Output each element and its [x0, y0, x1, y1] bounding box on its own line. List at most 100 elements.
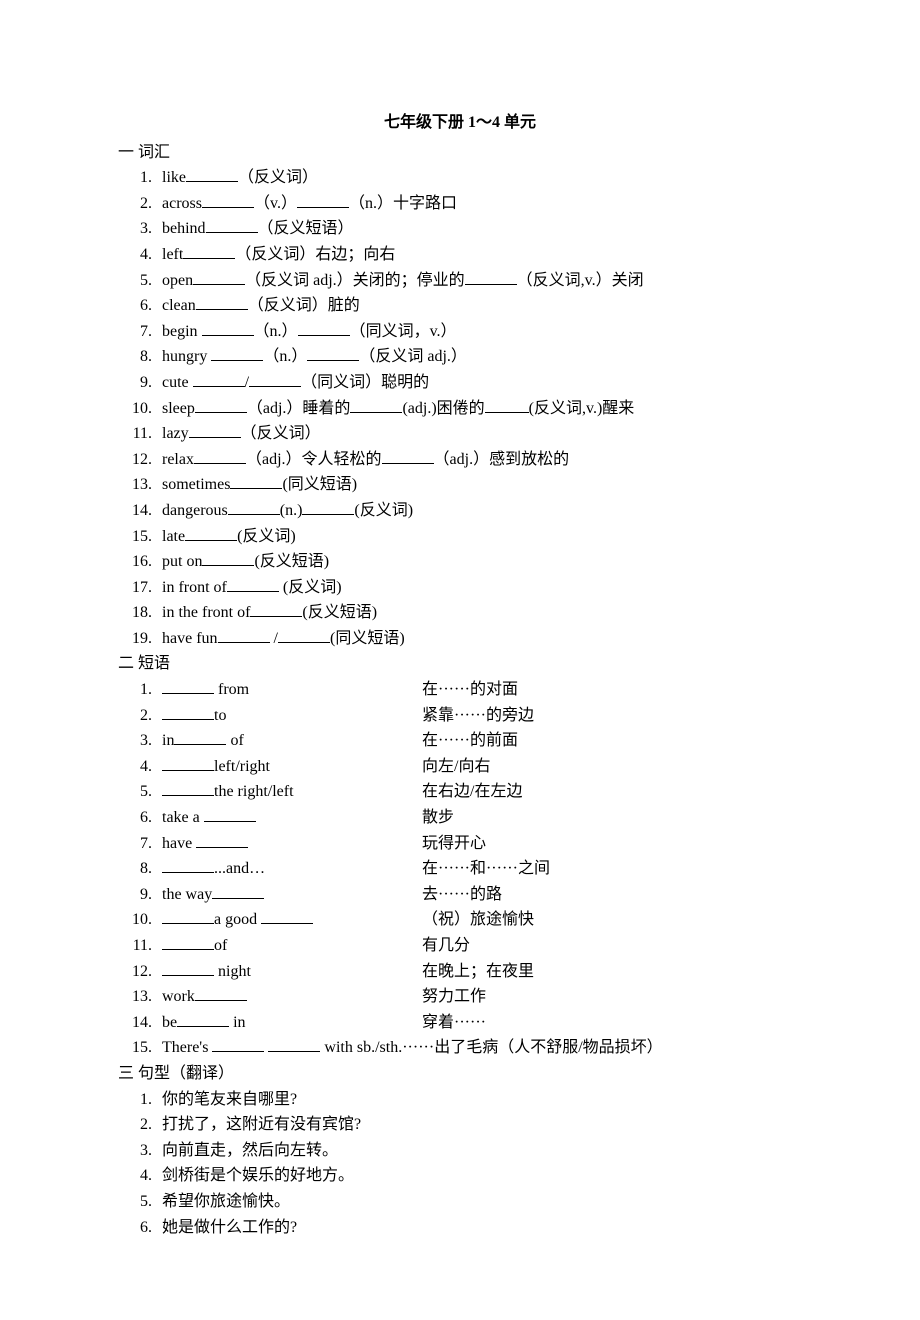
phrase-left: a good — [162, 907, 422, 933]
phrase-item: 5.the right/left在右边/在左边 — [118, 779, 802, 805]
vocab-item: 17.in front of (反义词) — [118, 575, 802, 601]
phrase-left: take a — [162, 805, 422, 831]
vocab-item: 11.lazy（反义词） — [118, 421, 802, 447]
item-number: 9. — [118, 370, 162, 396]
item-body: have 玩得开心 — [162, 831, 802, 857]
item-number: 2. — [118, 703, 162, 729]
vocab-item: 12.relax（adj.）令人轻松的（adj.）感到放松的 — [118, 447, 802, 473]
blank — [196, 832, 248, 847]
phrase-item: 12. night在晚上；在夜里 — [118, 959, 802, 985]
phrase-right: 去······的路 — [422, 882, 802, 908]
blank — [195, 986, 247, 1001]
phrase-item: 4.left/right向左/向右 — [118, 754, 802, 780]
phrase-left: the right/left — [162, 779, 422, 805]
phrase-left: of — [162, 933, 422, 959]
phrase-right: 在······的前面 — [422, 728, 802, 754]
vocab-item: 8.hungry （n.）（反义词 adj.） — [118, 344, 802, 370]
phrase-item: 10.a good （祝）旅途愉快 — [118, 907, 802, 933]
phrase-left: have — [162, 831, 422, 857]
blank — [206, 218, 258, 233]
vocab-item: 15.late(反义词) — [118, 524, 802, 550]
vocab-item: 10.sleep（adj.）睡着的(adj.)困倦的(反义词,v.)醒来 — [118, 396, 802, 422]
item-body: put on(反义短语) — [162, 549, 802, 575]
phrase-left: in of — [162, 728, 422, 754]
item-body: a good （祝）旅途愉快 — [162, 907, 802, 933]
item-number: 6. — [118, 1215, 162, 1241]
item-number: 6. — [118, 805, 162, 831]
phrase-right: ······出了毛病（人不舒服/物品损坏） — [402, 1035, 662, 1061]
item-body: from在······的对面 — [162, 677, 802, 703]
blank — [212, 883, 264, 898]
blank — [297, 192, 349, 207]
vocab-item: 6.clean（反义词）脏的 — [118, 293, 802, 319]
blank — [382, 448, 434, 463]
item-number: 14. — [118, 498, 162, 524]
phrase-right: 在······和······之间 — [422, 856, 802, 882]
item-number: 3. — [118, 216, 162, 242]
item-body: 她是做什么工作的? — [162, 1215, 802, 1241]
blank — [183, 244, 235, 259]
blank — [162, 935, 214, 950]
phrase-item: 14.be in穿着······ — [118, 1010, 802, 1036]
item-body: have fun /(同义短语) — [162, 626, 802, 652]
item-body: 你的笔友来自哪里? — [162, 1087, 802, 1113]
item-body: relax（adj.）令人轻松的（adj.）感到放松的 — [162, 447, 802, 473]
item-body: sometimes(同义短语) — [162, 472, 802, 498]
blank — [485, 397, 529, 412]
sentence-list: 1.你的笔友来自哪里?2.打扰了，这附近有没有宾馆?3.向前直走，然后向左转。4… — [118, 1087, 802, 1241]
item-body: in of在······的前面 — [162, 728, 802, 754]
phrase-item: 9.the way去······的路 — [118, 882, 802, 908]
blank — [194, 448, 246, 463]
blank — [211, 346, 263, 361]
sentence-item: 6.她是做什么工作的? — [118, 1215, 802, 1241]
blank — [218, 627, 270, 642]
item-number: 15. — [118, 524, 162, 550]
item-number: 9. — [118, 882, 162, 908]
phrase-left: work — [162, 984, 422, 1010]
phrase-right: 有几分 — [422, 933, 802, 959]
item-number: 13. — [118, 472, 162, 498]
item-number: 2. — [118, 1112, 162, 1138]
vocab-item: 18.in the front of(反义短语) — [118, 600, 802, 626]
item-body: left（反义词）右边；向右 — [162, 242, 802, 268]
vocab-item: 13.sometimes(同义短语) — [118, 472, 802, 498]
blank — [268, 1037, 320, 1052]
item-number: 12. — [118, 959, 162, 985]
item-body: begin （n.）（同义词，v.） — [162, 319, 802, 345]
phrase-right: 紧靠······的旁边 — [422, 703, 802, 729]
item-body: be in穿着······ — [162, 1010, 802, 1036]
phrase-left: to — [162, 703, 422, 729]
item-body: in front of (反义词) — [162, 575, 802, 601]
item-body: 希望你旅途愉快。 — [162, 1189, 802, 1215]
vocab-item: 16.put on(反义短语) — [118, 549, 802, 575]
phrase-item: 3.in of在······的前面 — [118, 728, 802, 754]
sentence-item: 4.剑桥街是个娱乐的好地方。 — [118, 1163, 802, 1189]
item-body: open（反义词 adj.）关闭的；停业的（反义词,v.）关闭 — [162, 268, 802, 294]
item-body: There's with sb./sth. ······出了毛病（人不舒服/物品… — [162, 1035, 802, 1061]
vocab-item: 1.like（反义词） — [118, 165, 802, 191]
item-number: 2. — [118, 191, 162, 217]
item-number: 1. — [118, 677, 162, 703]
phrase-right: 散步 — [422, 805, 802, 831]
item-number: 13. — [118, 984, 162, 1010]
phrase-left: be in — [162, 1010, 422, 1036]
item-body: cute /（同义词）聪明的 — [162, 370, 802, 396]
phrase-right: 向左/向右 — [422, 754, 802, 780]
phrase-left: the way — [162, 882, 422, 908]
phrase-left: left/right — [162, 754, 422, 780]
blank — [162, 960, 214, 975]
item-body: ...and…在······和······之间 — [162, 856, 802, 882]
blank — [204, 807, 256, 822]
vocab-item: 9.cute /（同义词）聪明的 — [118, 370, 802, 396]
item-number: 17. — [118, 575, 162, 601]
item-body: dangerous(n.)(反义词) — [162, 498, 802, 524]
blank — [162, 704, 214, 719]
item-number: 15. — [118, 1035, 162, 1061]
item-number: 1. — [118, 1087, 162, 1113]
blank — [193, 269, 245, 284]
page-title: 七年级下册 1～4 单元 — [118, 110, 802, 136]
blank — [162, 679, 214, 694]
item-number: 1. — [118, 165, 162, 191]
phrase-item: 15.There's with sb./sth. ······出了毛病（人不舒服… — [118, 1035, 802, 1061]
item-body: the right/left在右边/在左边 — [162, 779, 802, 805]
